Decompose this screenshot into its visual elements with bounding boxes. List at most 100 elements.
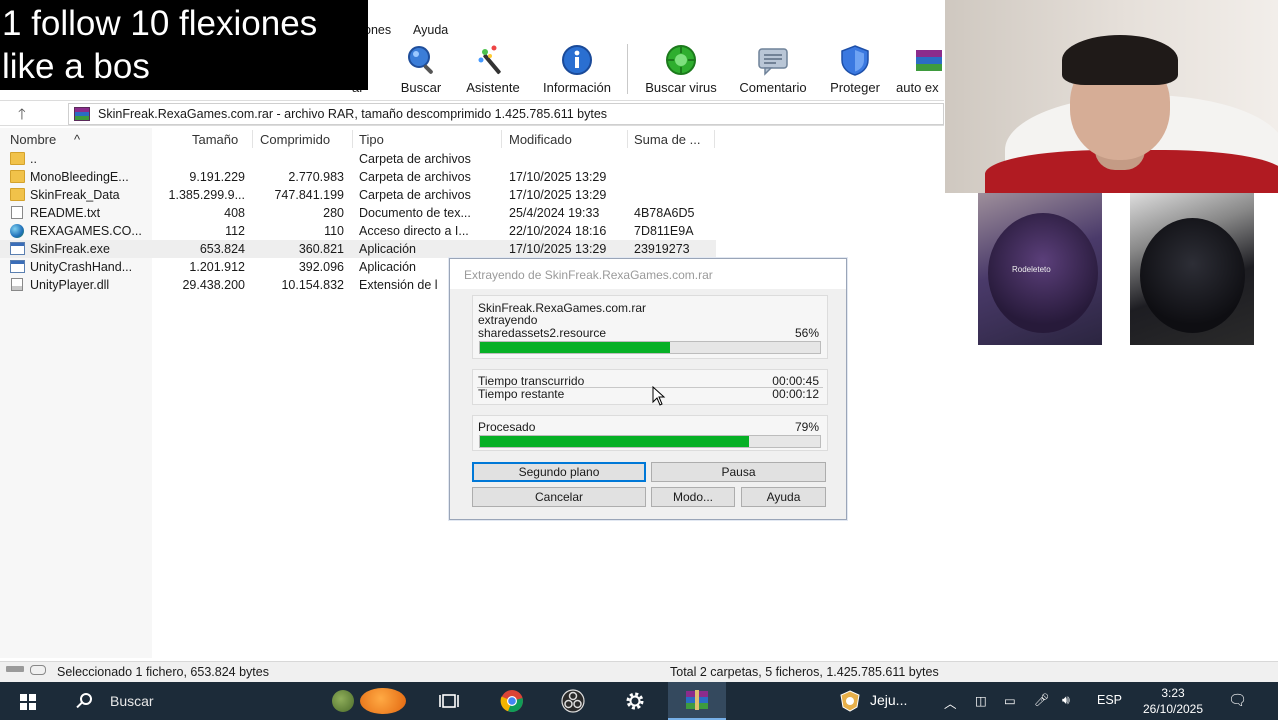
- folder-icon: [10, 188, 25, 201]
- battery-icon[interactable]: ▭: [1004, 693, 1016, 708]
- file-row[interactable]: README.txt 408 280 Documento de tex... 25/4/…: [0, 204, 716, 222]
- file-compressed: 747.841.199: [274, 188, 344, 202]
- status-total: Total 2 carpetas, 5 ficheros, 1.425.785.…: [670, 665, 939, 679]
- file-type: Carpeta de archivos: [359, 170, 471, 184]
- folder-icon: [10, 152, 25, 165]
- processed-group: Procesado 79%: [472, 415, 828, 451]
- winrar-taskbar-button[interactable]: [668, 682, 726, 720]
- show-hidden-icons[interactable]: ︿: [944, 693, 957, 712]
- remaining-label: Tiempo restante: [478, 387, 565, 401]
- column-header-size[interactable]: Tamaño: [192, 132, 238, 147]
- magnifier-icon: [404, 44, 438, 76]
- column-header-modified[interactable]: Modificado: [509, 132, 572, 147]
- file-progress-group: SkinFreak.RexaGames.com.rar extrayendo s…: [472, 295, 828, 359]
- chrome-icon[interactable]: [500, 689, 524, 713]
- rar-archive-icon: [74, 107, 90, 121]
- processed-progress-bar: [479, 435, 821, 448]
- column-header-name[interactable]: Nombre: [10, 132, 56, 147]
- taskbar-search-box[interactable]: Buscar: [62, 682, 420, 720]
- archive-path-text: SkinFreak.RexaGames.com.rar - archivo RA…: [98, 107, 608, 121]
- up-folder-icon[interactable]: 🡑: [18, 104, 26, 129]
- status-bar: Seleccionado 1 fichero, 653.824 bytes To…: [0, 661, 1278, 682]
- pause-button[interactable]: Pausa: [651, 462, 826, 482]
- search-icon: [80, 693, 92, 705]
- game-badge-icon[interactable]: [838, 689, 862, 713]
- file-compressed: 280: [323, 206, 344, 220]
- virus-scan-button[interactable]: Buscar virus: [638, 42, 724, 98]
- webcam-feed: [945, 0, 1278, 193]
- mode-button[interactable]: Modo...: [651, 487, 735, 507]
- background-button[interactable]: Segundo plano: [472, 462, 646, 482]
- cancel-button[interactable]: Cancelar: [472, 487, 646, 507]
- magic-wand-icon: [476, 44, 510, 76]
- file-row[interactable]: REXAGAMES.CO... 112 110 Acceso directo a I.…: [0, 222, 716, 240]
- microphone-icon[interactable]: 🎤︎: [1034, 693, 1050, 708]
- find-button[interactable]: Buscar: [392, 42, 450, 98]
- column-header-type[interactable]: Tipo: [359, 132, 384, 147]
- taskbar-clock[interactable]: 3:23 26/10/2025: [1128, 685, 1218, 717]
- green-pumpkin-icon: [332, 690, 354, 712]
- volume-icon[interactable]: 🔊︎: [1062, 693, 1070, 708]
- file-type: Acceso directo a I...: [359, 224, 469, 238]
- winrar-icon: [685, 690, 709, 710]
- task-view-icon[interactable]: [437, 689, 461, 713]
- processed-label: Procesado: [478, 420, 536, 434]
- stream-caption-overlay: 1 follow 10 flexiones like a bos: [0, 0, 368, 90]
- file-size: 1.385.299.9...: [168, 188, 245, 202]
- protect-button[interactable]: Proteger: [824, 42, 886, 98]
- wizard-button[interactable]: Asistente: [462, 42, 524, 98]
- start-button[interactable]: [0, 682, 54, 720]
- processed-progress-fill: [480, 436, 749, 447]
- jeju-taskbar-label[interactable]: Jeju...: [870, 692, 907, 708]
- file-modified: 17/10/2025 13:29: [509, 242, 607, 256]
- clock-time: 3:23: [1161, 686, 1185, 700]
- caption-line-2: like a bos: [2, 47, 150, 86]
- file-size: 112: [225, 224, 245, 238]
- clock-date: 26/10/2025: [1142, 702, 1204, 716]
- column-header-compressed[interactable]: Comprimido: [260, 132, 330, 147]
- mouse-cursor-icon: [652, 385, 666, 406]
- sfx-books-icon: [912, 44, 944, 76]
- info-button[interactable]: Información: [534, 42, 620, 98]
- file-name: UnityCrashHand...: [30, 260, 133, 274]
- taskbar-search-text: Buscar: [110, 693, 154, 709]
- meet-now-icon[interactable]: ◫: [975, 693, 987, 708]
- file-size: 29.438.200: [182, 278, 245, 292]
- internet-shortcut-icon: [10, 224, 24, 238]
- menu-item-help[interactable]: Ayuda: [413, 23, 448, 37]
- application-icon: [10, 260, 25, 273]
- file-name: REXAGAMES.CO...: [30, 224, 142, 238]
- help-button[interactable]: Ayuda: [741, 487, 826, 507]
- file-compressed: 2.770.983: [288, 170, 344, 184]
- time-group: Tiempo transcurrido 00:00:45 Tiempo rest…: [472, 369, 828, 405]
- file-type: Carpeta de archivos: [359, 152, 471, 166]
- dialog-title-bar[interactable]: Extrayendo de SkinFreak.RexaGames.com.ra…: [450, 259, 846, 289]
- notifications-icon[interactable]: 🗨︎: [1228, 691, 1247, 709]
- file-compressed: 110: [324, 224, 344, 238]
- sfx-button[interactable]: auto ex: [894, 42, 944, 98]
- status-selection: Seleccionado 1 fichero, 653.824 bytes: [57, 665, 269, 679]
- file-row[interactable]: .. Carpeta de archivos: [0, 150, 716, 168]
- file-type: Carpeta de archivos: [359, 188, 471, 202]
- file-progress-bar: [479, 341, 821, 354]
- obs-icon[interactable]: [561, 689, 585, 713]
- file-checksum: 4B78A6D5: [634, 206, 695, 220]
- file-size: 1.201.912: [189, 260, 245, 274]
- file-progress-fill: [480, 342, 671, 353]
- comment-button[interactable]: Comentario: [732, 42, 814, 98]
- archive-path-field[interactable]: SkinFreak.RexaGames.com.rar - archivo RA…: [68, 103, 944, 125]
- menu-item-options[interactable]: ones: [364, 23, 391, 37]
- input-language[interactable]: ESP: [1097, 693, 1122, 707]
- file-row[interactable]: SkinFreak_Data 1.385.299.9... 747.841.199 C…: [0, 186, 716, 204]
- file-row[interactable]: SkinFreak.exe 653.824 360.821 Aplicación 17/…: [0, 240, 716, 258]
- processed-percent: 79%: [794, 420, 819, 434]
- column-header-checksum[interactable]: Suma de ...: [634, 132, 700, 147]
- sort-ascending-icon: ^: [74, 132, 81, 147]
- extraction-dialog: Extrayendo de SkinFreak.RexaGames.com.ra…: [449, 258, 847, 520]
- file-type: Aplicación: [359, 242, 416, 256]
- file-row[interactable]: MonoBleedingE... 9.191.229 2.770.983 Carpet…: [0, 168, 716, 186]
- settings-gear-icon[interactable]: [623, 689, 647, 713]
- toolbar-separator: [627, 44, 628, 94]
- file-name: ..: [30, 152, 37, 166]
- file-name: SkinFreak_Data: [30, 188, 120, 202]
